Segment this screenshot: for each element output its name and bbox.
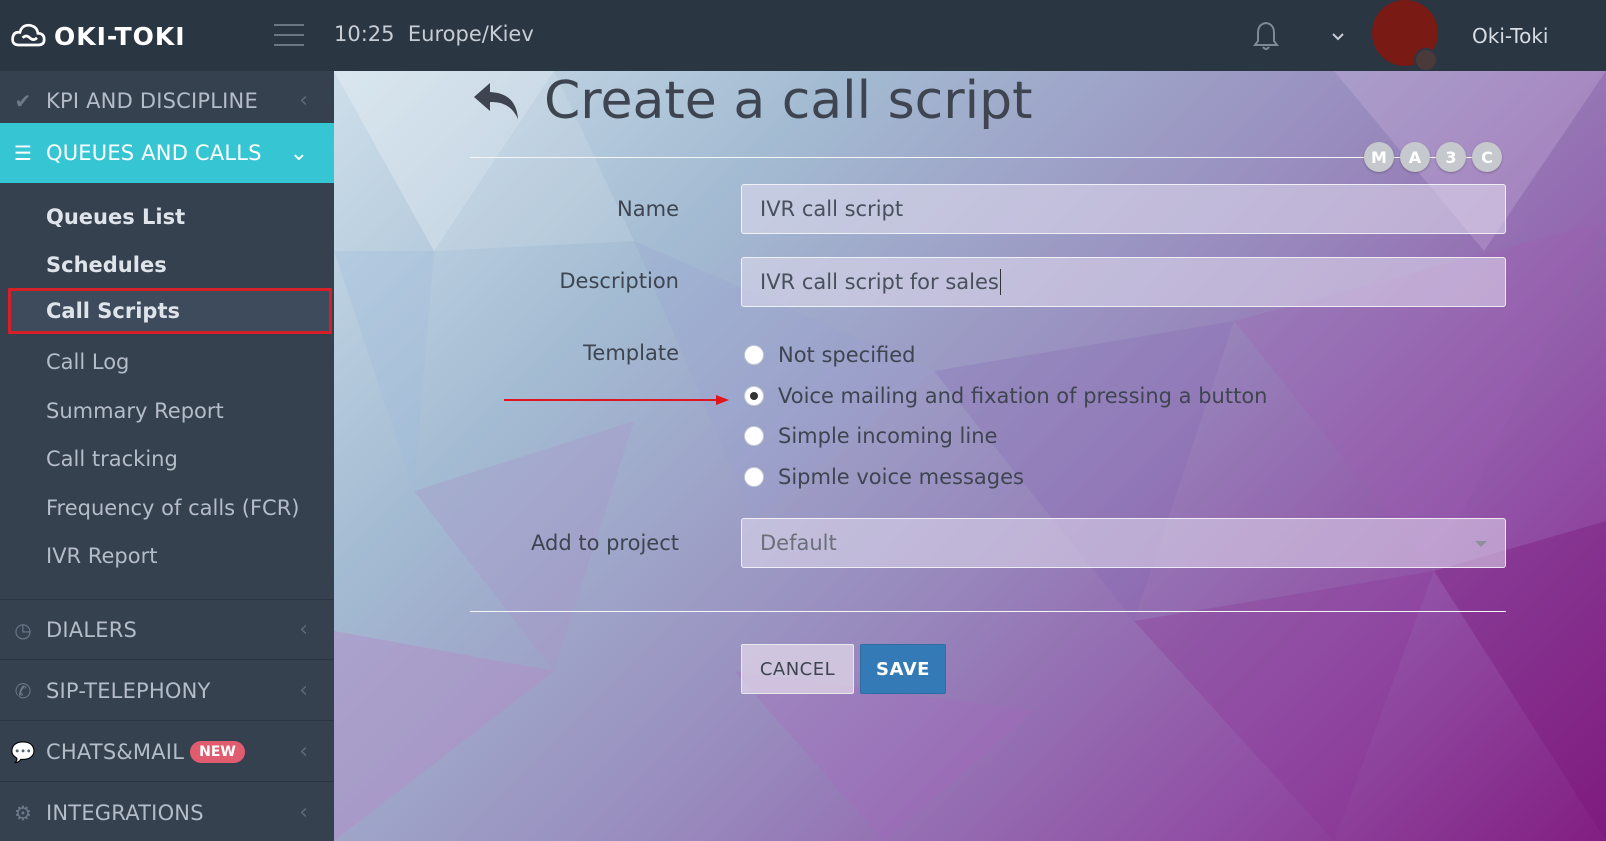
text-caret (999, 269, 1001, 295)
list-icon: ☰ (14, 141, 32, 165)
sidebar: ✔ KPI AND DISCIPLINE ‹ ☰ QUEUES AND CALL… (0, 71, 334, 841)
chevron-left-icon: ‹ (299, 739, 308, 764)
sidebar-item-kpi-and-discipline[interactable]: ✔ KPI AND DISCIPLINE ‹ (0, 71, 334, 131)
check-icon: ✔ (14, 88, 32, 113)
username[interactable]: Oki-Toki (1472, 24, 1548, 48)
gears-icon: ⚙ (14, 800, 32, 825)
radio-button[interactable] (744, 426, 764, 446)
project-select-value: Default (760, 531, 837, 555)
sidebar-subitem-call-scripts[interactable]: Call Scripts (8, 288, 332, 334)
description-input[interactable]: IVR call script for sales (741, 257, 1506, 307)
template-option-simple-incoming[interactable]: Simple incoming line (744, 424, 997, 448)
sidebar-item-label: QUEUES AND CALLS (46, 141, 262, 165)
sidebar-item-integrations[interactable]: ⚙ INTEGRATIONS ‹ (0, 783, 334, 841)
logo[interactable]: OKI-TOKI (10, 18, 186, 54)
divider (470, 611, 1506, 612)
chip-m[interactable]: M (1364, 142, 1394, 172)
radio-label: Not specified (778, 343, 916, 367)
sidebar-item-label: INTEGRATIONS (46, 800, 204, 825)
sidebar-subitem-queues-list[interactable]: Queues List (0, 194, 334, 240)
name-input[interactable]: IVR call script (741, 184, 1506, 234)
radio-button-checked[interactable] (744, 386, 764, 406)
name-label: Name (617, 197, 679, 221)
sidebar-subitem-call-log[interactable]: Call Log (0, 339, 334, 385)
template-option-voice-mailing[interactable]: Voice mailing and fixation of pressing a… (744, 384, 1268, 408)
chevron-left-icon: ‹ (299, 88, 308, 113)
chevron-left-icon: ‹ (299, 800, 308, 825)
description-label: Description (559, 269, 679, 293)
sidebar-subitem-schedules[interactable]: Schedules (0, 242, 334, 288)
sidebar-subitem-ivr-report[interactable]: IVR Report (0, 533, 334, 579)
radio-label: Sipmle voice messages (778, 465, 1024, 489)
time-value: 10:25 (334, 22, 395, 46)
radio-button[interactable] (744, 467, 764, 487)
project-label: Add to project (531, 531, 679, 555)
cloud-logo-icon (11, 23, 46, 47)
top-bar: OKI-TOKI 10:25 Europe/Kiev Oki-Toki (0, 0, 1606, 72)
bell-icon[interactable] (1252, 20, 1280, 52)
sidebar-item-label: DIALERS (46, 617, 138, 642)
sidebar-subitem-fcr[interactable]: Frequency of calls (FCR) (0, 485, 334, 531)
radio-label: Simple incoming line (778, 424, 998, 448)
logo-text: OKI-TOKI (54, 21, 186, 51)
chevron-down-icon[interactable] (1330, 30, 1346, 42)
page-title: Create a call script (544, 71, 1033, 131)
template-label: Template (583, 341, 679, 365)
chip-c[interactable]: C (1472, 142, 1502, 172)
chip-3[interactable]: 3 (1436, 142, 1466, 172)
sidebar-item-sip-telephony[interactable]: ✆ SIP-TELEPHONY ‹ (0, 661, 334, 721)
sidebar-item-queues-and-calls[interactable]: ☰ QUEUES AND CALLS ⌄ (0, 123, 334, 183)
chevron-left-icon: ‹ (299, 617, 308, 642)
cancel-button[interactable]: CANCEL (741, 644, 854, 694)
back-arrow-icon[interactable] (470, 77, 526, 125)
sidebar-subitem-call-tracking[interactable]: Call tracking (0, 436, 334, 482)
main-content: Create a call script M A 3 C Name IVR ca… (334, 71, 1606, 841)
sidebar-item-chats-mail[interactable]: 💬 CHATS&MAIL NEW ‹ (0, 722, 334, 782)
clock: 10:25 Europe/Kiev (334, 22, 534, 46)
project-select[interactable]: Default (741, 518, 1506, 568)
template-option-voice-messages[interactable]: Sipmle voice messages (744, 465, 1024, 489)
sidebar-item-label: SIP-TELEPHONY (46, 678, 211, 703)
dropdown-arrow-icon (1475, 541, 1487, 547)
radio-button[interactable] (744, 345, 764, 365)
annotation-arrow-icon (504, 395, 729, 405)
name-input-value: IVR call script (760, 197, 904, 221)
sidebar-item-label: KPI AND DISCIPLINE (46, 88, 258, 113)
chips-group: M A 3 C (1364, 142, 1502, 172)
description-input-value: IVR call script for sales (760, 270, 999, 294)
phone-icon: ✆ (14, 678, 32, 703)
menu-toggle-icon[interactable] (274, 24, 304, 46)
chevron-down-icon: ⌄ (289, 140, 308, 166)
timezone-value: Europe/Kiev (407, 22, 534, 46)
template-option-not-specified[interactable]: Not specified (744, 343, 916, 367)
status-dot (1414, 48, 1438, 72)
clock-icon: ◷ (14, 617, 32, 642)
save-button[interactable]: SAVE (860, 644, 946, 694)
sidebar-subitem-summary-report[interactable]: Summary Report (0, 388, 334, 434)
radio-label: Voice mailing and fixation of pressing a… (778, 384, 1268, 408)
new-badge: NEW (190, 740, 245, 763)
chat-icon: 💬 (10, 739, 36, 764)
chip-a[interactable]: A (1400, 142, 1430, 172)
chevron-left-icon: ‹ (299, 678, 308, 703)
sidebar-item-dialers[interactable]: ◷ DIALERS ‹ (0, 600, 334, 660)
sidebar-item-label: CHATS&MAIL (46, 739, 185, 764)
divider (470, 157, 1480, 158)
